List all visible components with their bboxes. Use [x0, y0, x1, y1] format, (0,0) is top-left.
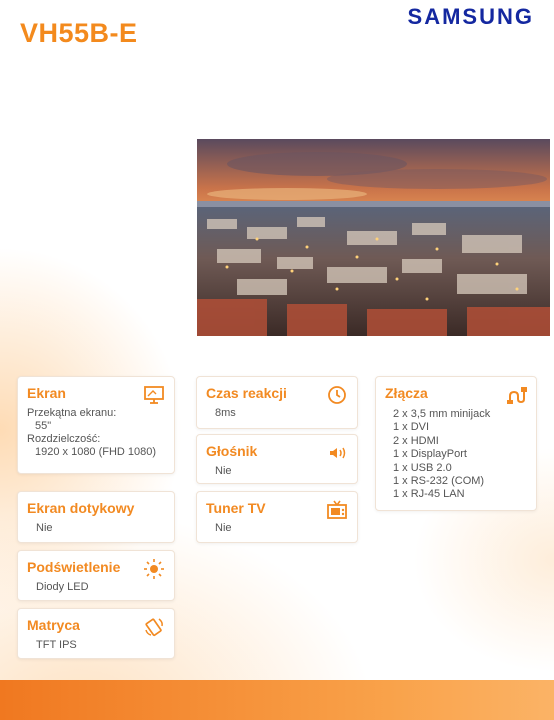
card-zlacza: Złącza 2 x 3,5 mm minijack 1 x DVI 2 x H… — [375, 376, 537, 511]
card-body: 8ms — [215, 407, 236, 419]
card-title: Ekran dotykowy — [27, 500, 135, 516]
diag-label: Przekątna ekranu: — [27, 407, 117, 419]
res-label: Rozdzielczość: — [27, 433, 101, 445]
card-title: Ekran — [27, 385, 66, 401]
list-item: 1 x DVI — [393, 421, 430, 434]
plug-cable-icon — [505, 384, 527, 406]
clock-icon — [326, 384, 348, 406]
card-body: Przekątna ekranu: 55" Rozdzielczość: 192… — [27, 407, 166, 459]
card-podswietlenie: Podświetlenie Diody LED — [17, 550, 175, 601]
rotate-panel-icon — [143, 616, 165, 638]
card-ekran: Ekran Przekątna ekranu: 55" Rozdzielczoś… — [17, 376, 175, 474]
connectors-list: 2 x 3,5 mm minijack 1 x DVI 2 x HDMI 1 x… — [393, 408, 490, 502]
samsung-logo: SAMSUNG — [407, 4, 534, 29]
list-item: 1 x DisplayPort — [393, 448, 467, 461]
card-title: Złącza — [385, 385, 428, 401]
card-ekran-dotykowy: Ekran dotykowy Nie — [17, 491, 175, 543]
card-body: Nie — [215, 522, 232, 534]
monitor-icon — [143, 384, 165, 406]
card-title: Czas reakcji — [206, 385, 287, 401]
sun-icon — [143, 558, 165, 580]
card-tuner-tv: Tuner TV Nie — [196, 491, 358, 543]
res-value: 1920 x 1080 (FHD 1080) — [35, 446, 157, 458]
footer-bar — [0, 680, 554, 720]
card-czas-reakcji: Czas reakcji 8ms — [196, 376, 358, 429]
card-title: Matryca — [27, 617, 80, 633]
list-item: 1 x RJ-45 LAN — [393, 488, 465, 501]
card-glosnik: Głośnik Nie — [196, 434, 358, 484]
diag-value: 55" — [35, 420, 52, 432]
card-body: TFT IPS — [36, 639, 77, 651]
list-item: 2 x 3,5 mm minijack — [393, 408, 491, 420]
list-item: 1 x RS-232 (COM) — [393, 475, 485, 488]
card-title: Głośnik — [206, 443, 258, 459]
card-matryca: Matryca TFT IPS — [17, 608, 175, 659]
tv-icon — [326, 499, 348, 521]
model-title: VH55B-E — [20, 18, 138, 48]
list-item: 1 x USB 2.0 — [393, 461, 452, 474]
card-body: Nie — [36, 522, 53, 534]
product-photo — [197, 139, 550, 336]
card-body: Nie — [215, 465, 232, 477]
card-title: Tuner TV — [206, 500, 266, 516]
list-item: 2 x HDMI — [393, 434, 439, 447]
speaker-icon — [326, 442, 348, 464]
card-body: Diody LED — [36, 581, 89, 593]
card-title: Podświetlenie — [27, 559, 121, 575]
